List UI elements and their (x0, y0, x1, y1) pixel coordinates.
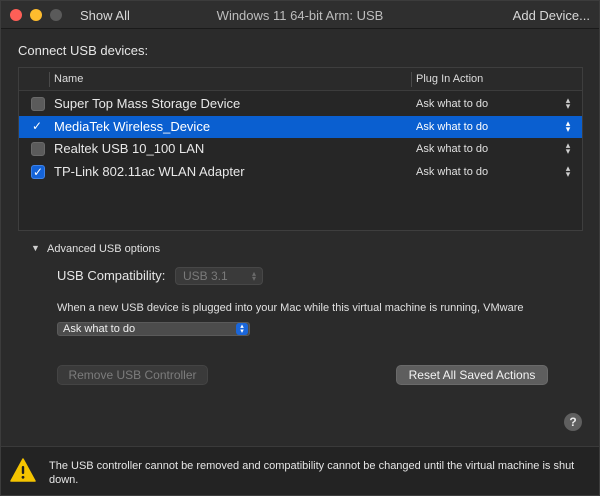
header-divider (49, 72, 50, 87)
plug-in-action-select[interactable]: Ask what to do (416, 166, 488, 178)
usb-device-table: Name Plug In Action Super Top Mass Stora… (18, 67, 583, 231)
usb-compatibility-select[interactable]: USB 3.1 ▴ ▾ (175, 267, 263, 285)
warning-icon (10, 458, 36, 482)
plug-in-action-select[interactable]: Ask what to do (416, 143, 488, 155)
device-checkbox[interactable]: ✓ (31, 119, 45, 134)
warning-message: The USB controller cannot be removed and… (49, 460, 575, 486)
chevron-updown-icon[interactable]: ▴ ▾ (564, 164, 572, 179)
chevron-updown-icon[interactable]: ▴ ▾ (564, 96, 572, 111)
device-checkbox[interactable] (31, 97, 45, 111)
table-header: Name Plug In Action (19, 68, 582, 91)
device-name: Realtek USB 10_100 LAN (54, 141, 205, 156)
column-header-name[interactable]: Name (54, 73, 83, 85)
device-name: Super Top Mass Storage Device (54, 96, 241, 111)
device-checkbox[interactable]: ✓ (31, 165, 45, 179)
device-checkbox[interactable] (31, 142, 45, 156)
remove-usb-controller-button[interactable]: Remove USB Controller (57, 365, 208, 385)
window-title: Windows 11 64-bit Arm: USB (216, 8, 384, 23)
column-header-plug-in-action[interactable]: Plug In Action (416, 73, 483, 85)
table-row[interactable]: ✓ TP-Link 802.11ac WLAN Adapter Ask what… (19, 161, 582, 183)
add-device-button[interactable]: Add Device... (513, 8, 590, 23)
table-row[interactable]: ✓ MediaTek Wireless_Device Ask what to d… (19, 116, 582, 138)
checkmark-icon: ✓ (32, 119, 43, 133)
chevron-updown-icon[interactable]: ▴ ▾ (564, 119, 572, 134)
usb-settings-window: Show All Windows 11 64-bit Arm: USB Add … (0, 0, 600, 496)
device-name: TP-Link 802.11ac WLAN Adapter (54, 164, 245, 179)
usb-compatibility-label: USB Compatibility: (57, 268, 166, 283)
advanced-usb-options-toggle[interactable]: Advanced USB options (47, 243, 160, 255)
new-device-action-value: Ask what to do (63, 323, 136, 335)
table-row[interactable]: Super Top Mass Storage Device Ask what t… (19, 93, 582, 115)
device-name: MediaTek Wireless_Device (54, 119, 211, 134)
reset-all-saved-actions-button[interactable]: Reset All Saved Actions (396, 365, 548, 385)
chevron-down-icon[interactable]: ▼ (31, 243, 40, 253)
chevron-updown-icon[interactable]: ▴ ▾ (564, 141, 572, 156)
warning-footer: The USB controller cannot be removed and… (1, 446, 599, 495)
title-bar: Show All Windows 11 64-bit Arm: USB Add … (1, 1, 599, 29)
usb-compatibility-value: USB 3.1 (183, 269, 228, 283)
plug-in-action-select[interactable]: Ask what to do (416, 98, 488, 110)
connect-usb-label: Connect USB devices: (18, 43, 149, 58)
plug-in-action-select[interactable]: Ask what to do (416, 121, 488, 133)
header-divider (411, 72, 412, 87)
chevron-updown-icon: ▴ ▾ (251, 269, 256, 283)
chevron-updown-icon: ▴ ▾ (236, 323, 248, 335)
checkmark-icon: ✓ (33, 165, 44, 179)
help-button[interactable]: ? (564, 413, 582, 431)
new-device-description: When a new USB device is plugged into yo… (57, 302, 524, 314)
new-device-action-select[interactable]: Ask what to do ▴ ▾ (57, 322, 250, 336)
table-row[interactable]: Realtek USB 10_100 LAN Ask what to do ▴ ▾ (19, 138, 582, 160)
